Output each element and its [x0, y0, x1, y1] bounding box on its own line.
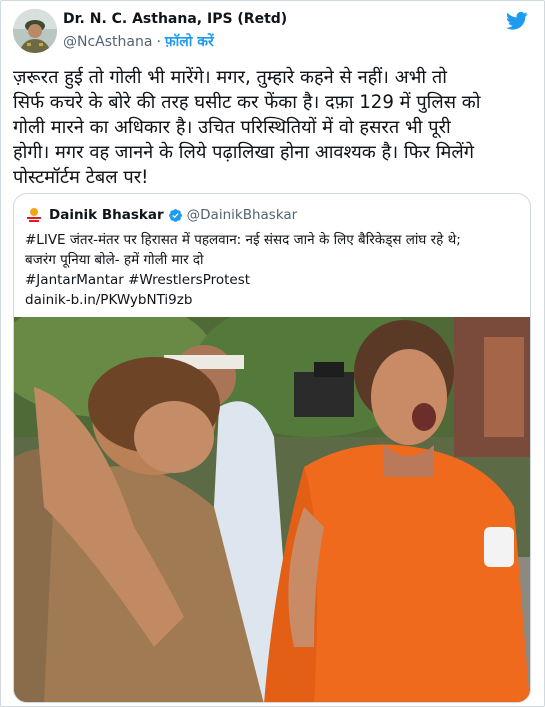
quoted-hashtags[interactable]: #JantarMantar #WrestlersProtest: [25, 270, 519, 290]
quoted-line: #LIVE जंतर-मंतर पर हिरासत में पहलवान: नई…: [25, 232, 461, 248]
protest-photo[interactable]: [14, 317, 530, 703]
twitter-bird-icon[interactable]: [506, 11, 528, 31]
quoted-text: #LIVE जंतर-मंतर पर हिरासत में पहलवान: नई…: [25, 230, 519, 310]
quoted-line: बजरंग पूनिया बोले- हमें गोली मार दो: [25, 252, 204, 268]
tweet-line: ज़रूरत हुई तो गोली भी मारेंगे। मगर, तुम्…: [13, 67, 447, 88]
tweet-line: गोली मारने का अधिकार है। उचित परिस्थितिय…: [13, 117, 451, 138]
tweet-line: होगी। मगर वह जानने के लिये पढ़ालिखा होना…: [13, 142, 474, 163]
quoted-header: Dainik Bhaskar @DainikBhaskar: [25, 206, 297, 224]
author-handle[interactable]: @NcAsthana: [63, 34, 152, 50]
author-avatar[interactable]: [13, 9, 57, 53]
author-name[interactable]: Dr. N. C. Asthana, IPS (Retd): [63, 11, 287, 27]
separator-dot: ·: [156, 34, 161, 50]
tweet-line: सिर्फ कचरे के बोरे की तरह घसीट कर फेंका …: [13, 92, 481, 113]
quoted-link[interactable]: dainik-b.in/PKWybNTi9zb: [25, 290, 519, 310]
follow-button[interactable]: फ़ॉलो करें: [165, 34, 214, 50]
quoted-author-handle[interactable]: @DainikBhaskar: [187, 207, 298, 223]
dainik-bhaskar-logo-icon: [25, 206, 43, 224]
tweet-line: पोस्टमॉर्टम टेबल पर!: [13, 167, 149, 188]
author-handle-row: @NcAsthana · फ़ॉलो करें: [63, 32, 214, 51]
verified-badge-icon: [168, 208, 182, 222]
quoted-author-name[interactable]: Dainik Bhaskar: [49, 207, 164, 223]
tweet-text: ज़रूरत हुई तो गोली भी मारेंगे। मगर, तुम्…: [13, 65, 533, 190]
embedded-tweet-card: Dr. N. C. Asthana, IPS (Retd) @NcAsthana…: [0, 0, 545, 707]
quoted-tweet[interactable]: Dainik Bhaskar @DainikBhaskar #LIVE जंतर…: [13, 193, 531, 703]
